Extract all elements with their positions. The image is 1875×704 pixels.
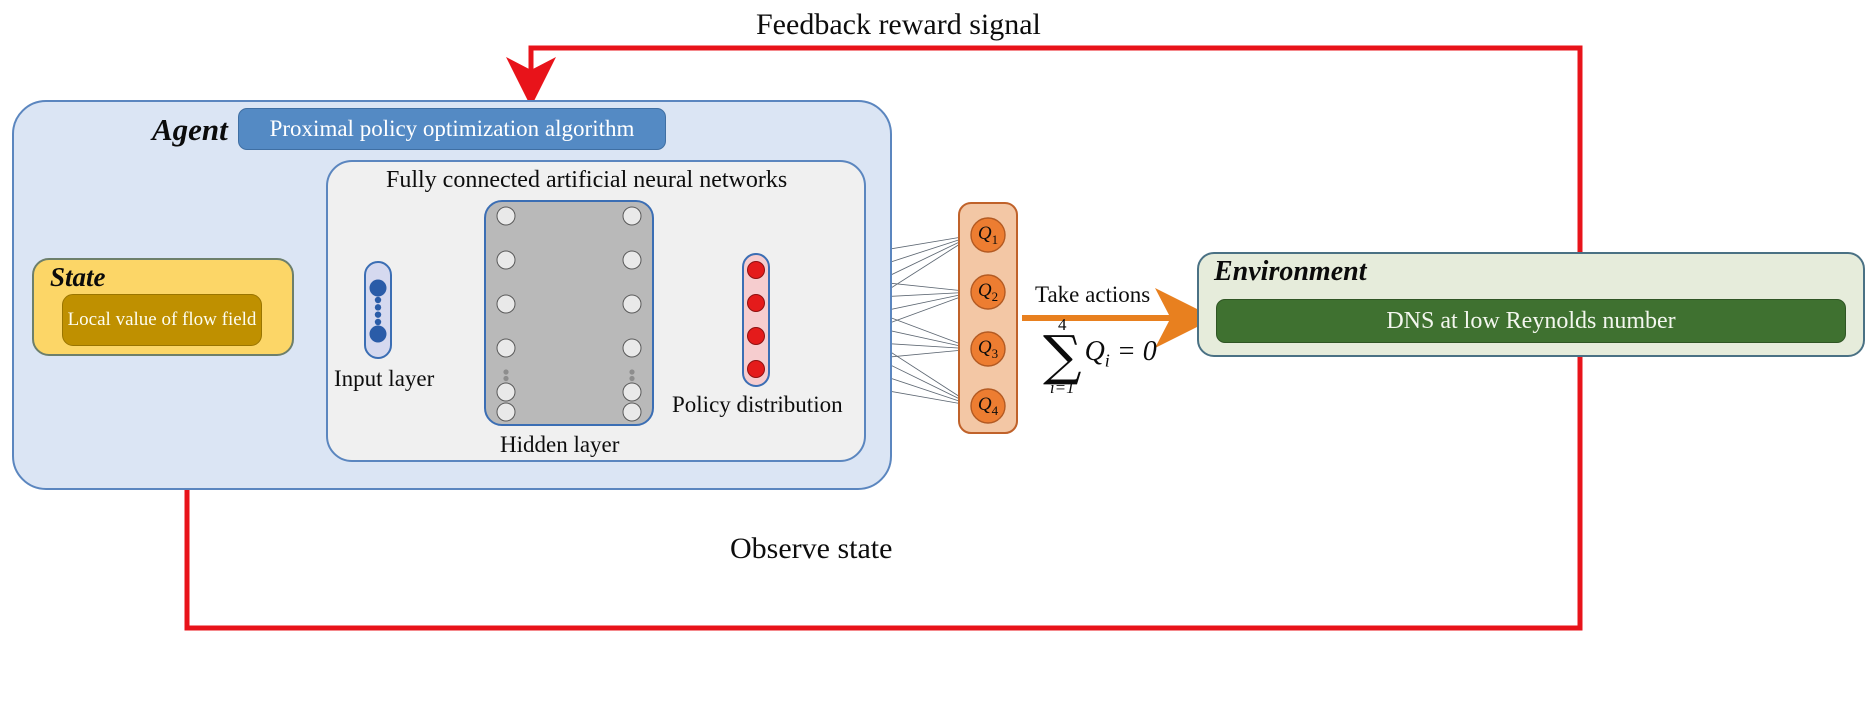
q-output-label: Q2 [968,280,1008,305]
q-output-symbol: Q [977,223,992,244]
q-output-label: Q1 [968,223,1008,248]
q-output-index: 1 [991,231,999,247]
environment-inner-label: DNS at low Reynolds number [1386,307,1676,334]
environment-inner-box: DNS at low Reynolds number [1216,299,1846,343]
q-output-symbol: Q [977,337,992,358]
q-output-index: 2 [991,288,999,304]
diagram-canvas: Agent Proximal policy optimization algor… [0,0,1875,704]
input-layer-capsule [364,261,392,359]
state-inner-label: Local value of flow field [67,309,257,331]
hidden-layer-label: Hidden layer [500,432,620,457]
neural-network-title: Fully connected artificial neural networ… [386,167,788,193]
agent-title: Agent [152,112,228,147]
q-output-label: Q4 [968,394,1008,419]
state-inner-box: Local value of flow field [62,294,262,346]
sum-lower-limit: i=1 [1049,378,1075,398]
feedback-reward-label: Feedback reward signal [756,8,1041,41]
take-actions-label: Take actions [1035,282,1151,307]
observe-state-label: Observe state [730,532,893,565]
ppo-algorithm-box: Proximal policy optimization algorithm [238,108,666,150]
policy-layer-capsule [742,253,770,387]
q-output-index: 3 [991,345,999,361]
sum-q-symbol: Q [1084,336,1105,368]
q-output-index: 4 [991,402,999,418]
q-output-symbol: Q [977,394,992,415]
sum-body: Qi = 0 [1085,336,1157,376]
sum-equals-zero: = 0 [1109,336,1157,368]
q-output-symbol: Q [977,280,992,301]
ppo-algorithm-label: Proximal policy optimization algorithm [269,116,635,141]
environment-title: Environment [1214,256,1367,287]
hidden-layer-capsule [484,200,654,426]
sigma-icon: 4 ∑ i=1 [1043,316,1082,396]
sum-constraint-formula: 4 ∑ i=1 Qi = 0 [1043,316,1157,396]
policy-layer-label: Policy distribution [672,392,843,417]
state-title: State [50,262,106,292]
q-output-label: Q3 [968,337,1008,362]
sigma-glyph: ∑ [1043,324,1082,387]
input-layer-label: Input layer [334,366,435,391]
